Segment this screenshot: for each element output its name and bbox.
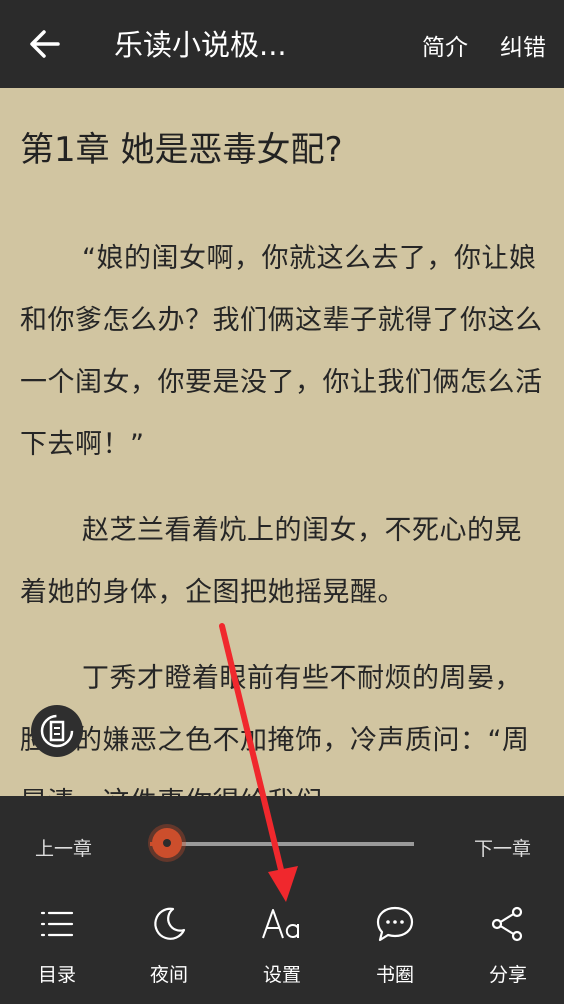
toolbar-label: 设置 [262,964,301,986]
toolbar-catalog[interactable]: 目录 [12,904,102,994]
top-bar: 乐读小说极... 简介 纠错 [0,0,564,88]
prev-chapter-button[interactable]: 上一章 [35,834,92,861]
font-icon [262,909,299,939]
toolbar-share[interactable]: 分享 [463,904,553,994]
list-icon [40,911,74,937]
toolbar-label: 夜间 [149,964,188,986]
toolbar-label: 目录 [37,964,76,986]
moon-icon [154,907,186,940]
reader-control-panel: 上一章 下一章 目录 夜间 设置 书圈 分享 [0,796,564,1004]
chat-icon [376,906,414,942]
toolbar-night[interactable]: 夜间 [124,904,214,994]
intro-link[interactable]: 简介 [422,28,468,62]
auto-read-icon[interactable] [31,705,83,757]
paragraph: 丁秀才瞪着眼前有些不耐烦的周晏，脸上的嫌恶之色不加掩饰，冷声质问：“周晏清，这件… [20,663,530,796]
next-chapter-button[interactable]: 下一章 [474,834,531,861]
toolbar-settings[interactable]: 设置 [237,904,327,994]
correct-link[interactable]: 纠错 [500,28,546,62]
share-icon [491,906,523,942]
back-arrow-icon[interactable] [28,26,62,62]
chapter-title: 第1章 她是恶毒女配? [20,130,343,170]
toolbar-book-circle[interactable]: 书圈 [350,904,440,994]
chapter-progress-slider[interactable] [150,842,414,846]
paragraph: “娘的闺女啊，你就这么去了，你让娘和你爹怎么办？我们俩这辈子就得了你这么一个闺女… [20,243,543,460]
toolbar-label: 分享 [488,964,527,986]
book-title: 乐读小说极... [114,28,287,62]
slider-thumb[interactable] [151,828,182,858]
reading-area[interactable]: 第1章 她是恶毒女配? “娘的闺女啊，你就这么去了，你让娘和你爹怎么办？我们俩这… [0,88,564,796]
paragraph: 赵芝兰看着炕上的闺女，不死心的晃着她的身体，企图把她摇晃醒。 [20,515,522,608]
toolbar-label: 书圈 [375,964,414,986]
